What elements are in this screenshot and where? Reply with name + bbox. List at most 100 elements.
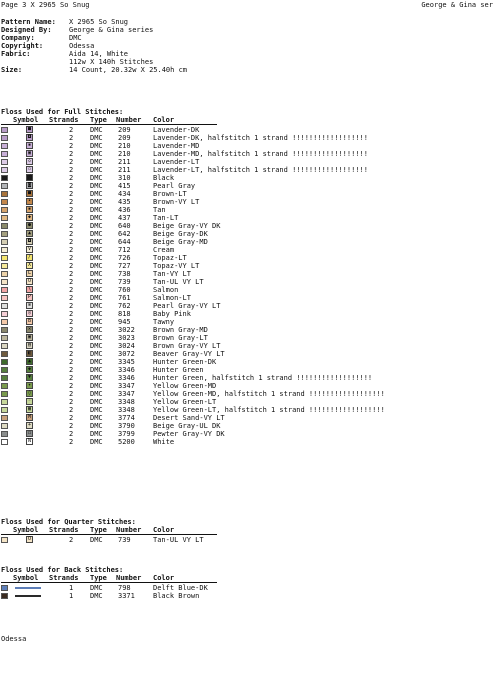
- stitch-symbol-icon: ◆: [26, 214, 33, 221]
- type-value: DMC: [90, 358, 103, 366]
- floss-row: ✦ 2 DMC 3347 Yellow Green-MD: [1, 382, 491, 390]
- full-rows: ■ 2 DMC 209 Lavender-DK ◘ 2 DMC 209 Lavender-DK, …: [1, 126, 491, 446]
- type-value: DMC: [90, 390, 103, 398]
- floss-row: ◘ 2 DMC 644 Beige Gray-MD: [1, 238, 491, 246]
- back-stitches-title: Floss Used for Back Stitches:: [1, 566, 124, 574]
- color-name: Tan-LT: [153, 214, 179, 222]
- color-name: Topaz-LT: [153, 254, 187, 262]
- color-name: Black: [153, 174, 175, 182]
- pattern-info: Pattern Name: X 2965 So Snug Designed By: G…: [1, 18, 187, 74]
- info-row: Size: 14 Count, 20.32w X 25.40h cm: [1, 66, 187, 74]
- col-symbol: Symbol: [13, 116, 39, 124]
- floss-row: ■ 2 DMC 434 Brown-LT: [1, 190, 491, 198]
- number-value: 3346: [118, 366, 135, 374]
- floss-row: ◆ 2 DMC 3346 Hunter Green: [1, 366, 491, 374]
- color-swatch: [1, 191, 8, 197]
- type-value: DMC: [90, 126, 103, 134]
- info-label: Company:: [1, 34, 35, 42]
- floss-row: 1 DMC 3371 Black Brown: [1, 592, 491, 600]
- stitch-symbol-icon: ▪: [26, 206, 33, 213]
- strands-value: 2: [69, 158, 74, 166]
- full-stitches-section: Floss Used for Full Stitches: Symbol Str…: [1, 108, 491, 446]
- col-color: Color: [153, 116, 175, 124]
- type-value: DMC: [90, 278, 103, 286]
- number-value: 739: [118, 278, 131, 286]
- strands-value: 1: [69, 592, 74, 600]
- stitch-symbol-icon: •: [26, 198, 33, 205]
- number-value: 3347: [118, 390, 135, 398]
- footer-text: Odessa: [1, 635, 27, 643]
- color-swatch: [1, 239, 8, 245]
- strands-value: 2: [69, 294, 74, 302]
- stitch-symbol-icon: ✦: [26, 382, 33, 389]
- floss-row: ◎ 2 DMC 818 Baby Pink: [1, 310, 491, 318]
- color-swatch: [1, 143, 8, 149]
- number-value: 761: [118, 294, 131, 302]
- color-name: Beige Gray-VY DK: [153, 222, 221, 230]
- color-swatch: [1, 263, 8, 269]
- stitch-symbol-icon: /: [26, 254, 33, 261]
- col-color: Color: [153, 574, 175, 582]
- number-value: 434: [118, 190, 131, 198]
- color-name: Lavender-MD: [153, 142, 200, 150]
- number-value: 726: [118, 254, 131, 262]
- strands-value: 2: [69, 150, 74, 158]
- stitch-symbol-icon: ◊: [26, 390, 33, 397]
- back-stitches-section: Floss Used for Back Stitches: Symbol Str…: [1, 566, 491, 600]
- stitch-symbol-icon: L: [26, 270, 33, 277]
- color-name: Brown-VY LT: [153, 198, 200, 206]
- color-swatch: [1, 423, 8, 429]
- backstitch-line-symbol: [15, 595, 41, 597]
- col-strands: Strands: [49, 574, 79, 582]
- color-swatch: [1, 319, 8, 325]
- stitch-symbol-icon: ◦: [26, 398, 33, 405]
- stitch-symbol-icon: ◎: [26, 310, 33, 317]
- number-value: 3072: [118, 350, 135, 358]
- color-swatch: [1, 215, 8, 221]
- col-strands: Strands: [49, 526, 79, 534]
- color-swatch: [1, 367, 8, 373]
- col-number: Number: [116, 574, 142, 582]
- type-value: DMC: [90, 318, 103, 326]
- stitch-symbol-icon: ▼: [26, 374, 33, 381]
- type-value: DMC: [90, 206, 103, 214]
- floss-row: ◆ 2 DMC 437 Tan-LT: [1, 214, 491, 222]
- stitch-symbol-icon: \: [26, 286, 33, 293]
- floss-row: / 2 DMC 726 Topaz-LT: [1, 254, 491, 262]
- number-value: 209: [118, 126, 131, 134]
- floss-row: ▪ 2 DMC 210 Lavender-MD: [1, 142, 491, 150]
- info-label: Fabric:: [1, 50, 31, 58]
- color-name: Tawny: [153, 318, 175, 326]
- type-value: DMC: [90, 150, 103, 158]
- stitch-symbol-icon: O: [26, 278, 33, 285]
- stitch-symbol-icon: ●: [26, 222, 33, 229]
- color-name: Topaz-VY LT: [153, 262, 200, 270]
- info-row: 112w X 140h Stitches: [1, 58, 187, 66]
- color-swatch: [1, 439, 8, 445]
- color-name: Yellow Green-MD, halfstitch 1 strand !!!…: [153, 390, 385, 398]
- color-name: Desert Sand-VY LT: [153, 414, 225, 422]
- strands-value: 2: [69, 536, 74, 544]
- stitch-symbol-icon: ◙: [26, 182, 33, 189]
- strands-value: 2: [69, 326, 74, 334]
- stitch-symbol-icon: ▤: [26, 342, 33, 349]
- info-value: DMC: [69, 34, 82, 42]
- color-swatch: [1, 335, 8, 341]
- color-swatch: [1, 303, 8, 309]
- strands-value: 2: [69, 374, 74, 382]
- info-row: Designed By: George & Gina series: [1, 26, 187, 34]
- stitch-symbol-icon: B: [26, 318, 33, 325]
- type-value: DMC: [90, 350, 103, 358]
- color-swatch: [1, 287, 8, 293]
- color-name: Pearl Gray: [153, 182, 196, 190]
- type-value: DMC: [90, 214, 103, 222]
- number-value: 211: [118, 158, 131, 166]
- floss-row: P 2 DMC 761 Salmon-LT: [1, 294, 491, 302]
- stitch-symbol-icon: ◇: [26, 158, 33, 165]
- type-value: DMC: [90, 382, 103, 390]
- number-value: 644: [118, 238, 131, 246]
- color-swatch: [1, 415, 8, 421]
- col-number: Number: [116, 526, 142, 534]
- color-name: Brown-LT: [153, 190, 187, 198]
- info-label: Designed By:: [1, 26, 52, 34]
